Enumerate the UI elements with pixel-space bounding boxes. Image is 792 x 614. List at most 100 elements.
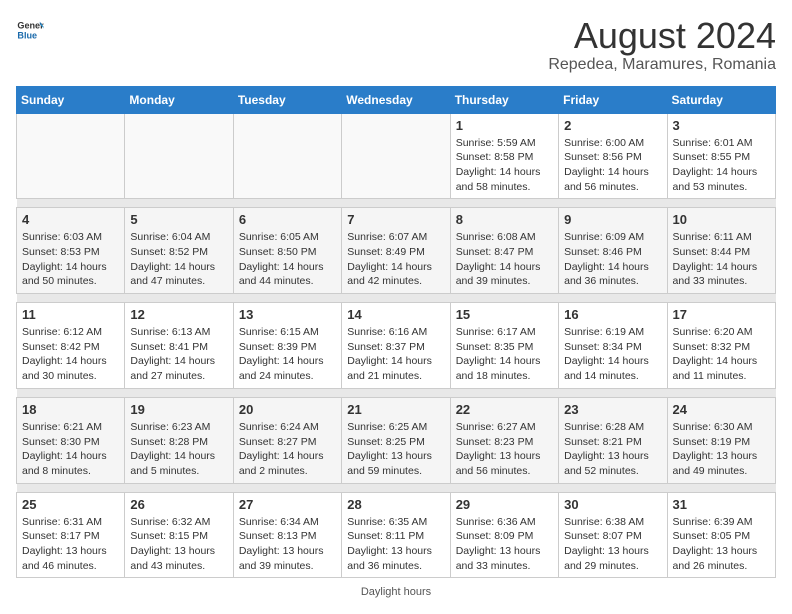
calendar-cell-3: 3Sunrise: 6:01 AM Sunset: 8:55 PM Daylig… (667, 113, 775, 199)
day-info: Sunrise: 6:34 AM Sunset: 8:13 PM Dayligh… (239, 515, 336, 574)
day-number: 14 (347, 307, 444, 322)
day-number: 1 (456, 118, 553, 133)
day-info: Sunrise: 6:03 AM Sunset: 8:53 PM Dayligh… (22, 230, 119, 289)
day-info: Sunrise: 5:59 AM Sunset: 8:58 PM Dayligh… (456, 136, 553, 195)
calendar-cell-27: 27 Sunrise: 6:34 AM Sunset: 8:13 PM Dayli… (233, 492, 341, 578)
col-header-wednesday: Wednesday (342, 86, 450, 113)
title-area: August 2024 Repedea, Maramures, Romania (548, 16, 776, 74)
calendar-cell-21: 21 Sunrise: 6:25 AM Sunset: 8:25 PM Dayli… (342, 397, 450, 483)
day-number: 7 (347, 212, 444, 227)
daylight-note: Daylight hours (361, 586, 431, 598)
week-separator (17, 294, 776, 303)
day-info: Sunrise: 6:19 AM Sunset: 8:34 PM Dayligh… (564, 325, 661, 384)
day-number: 23 (564, 402, 661, 417)
day-number: 26 (130, 497, 227, 512)
day-info: Sunrise: 6:08 AM Sunset: 8:47 PM Dayligh… (456, 230, 553, 289)
calendar-cell-12: 12 Sunrise: 6:13 AM Sunset: 8:41 PM Dayli… (125, 303, 233, 389)
sub-title: Repedea, Maramures, Romania (548, 56, 776, 74)
calendar-cell-6: 6Sunrise: 6:05 AM Sunset: 8:50 PM Daylig… (233, 208, 341, 294)
day-info: Sunrise: 6:05 AM Sunset: 8:50 PM Dayligh… (239, 230, 336, 289)
day-number: 24 (673, 402, 770, 417)
day-info: Sunrise: 6:21 AM Sunset: 8:30 PM Dayligh… (22, 420, 119, 479)
col-header-sunday: Sunday (17, 86, 125, 113)
day-info: Sunrise: 6:25 AM Sunset: 8:25 PM Dayligh… (347, 420, 444, 479)
calendar-cell-18: 18 Sunrise: 6:21 AM Sunset: 8:30 PM Dayli… (17, 397, 125, 483)
day-info: Sunrise: 6:35 AM Sunset: 8:11 PM Dayligh… (347, 515, 444, 574)
day-info: Sunrise: 6:39 AM Sunset: 8:05 PM Dayligh… (673, 515, 770, 574)
calendar-cell-empty (233, 113, 341, 199)
week-separator (17, 199, 776, 208)
day-info: Sunrise: 6:00 AM Sunset: 8:56 PM Dayligh… (564, 136, 661, 195)
day-info: Sunrise: 6:27 AM Sunset: 8:23 PM Dayligh… (456, 420, 553, 479)
day-number: 29 (456, 497, 553, 512)
week-row-2: 4 Sunrise: 6:03 AM Sunset: 8:53 PM Daylig… (17, 208, 776, 294)
col-header-tuesday: Tuesday (233, 86, 341, 113)
day-number: 2 (564, 118, 661, 133)
day-info: Sunrise: 6:28 AM Sunset: 8:21 PM Dayligh… (564, 420, 661, 479)
day-info: Sunrise: 6:30 AM Sunset: 8:19 PM Dayligh… (673, 420, 770, 479)
day-number: 8 (456, 212, 553, 227)
day-info: Sunrise: 6:16 AM Sunset: 8:37 PM Dayligh… (347, 325, 444, 384)
day-number: 12 (130, 307, 227, 322)
week-separator (17, 483, 776, 492)
calendar-cell-11: 11 Sunrise: 6:12 AM Sunset: 8:42 PM Dayli… (17, 303, 125, 389)
day-number: 28 (347, 497, 444, 512)
day-info: Sunrise: 6:12 AM Sunset: 8:42 PM Dayligh… (22, 325, 119, 384)
day-number: 15 (456, 307, 553, 322)
day-number: 16 (564, 307, 661, 322)
day-number: 21 (347, 402, 444, 417)
col-header-friday: Friday (559, 86, 667, 113)
day-number: 19 (130, 402, 227, 417)
day-number: 27 (239, 497, 336, 512)
week-row-3: 11 Sunrise: 6:12 AM Sunset: 8:42 PM Dayli… (17, 303, 776, 389)
day-number: 18 (22, 402, 119, 417)
calendar-cell-17: 17 Sunrise: 6:20 AM Sunset: 8:32 PM Dayli… (667, 303, 775, 389)
calendar-cell-23: 23 Sunrise: 6:28 AM Sunset: 8:21 PM Dayli… (559, 397, 667, 483)
day-info: Sunrise: 6:13 AM Sunset: 8:41 PM Dayligh… (130, 325, 227, 384)
calendar-cell-4: 4 Sunrise: 6:03 AM Sunset: 8:53 PM Daylig… (17, 208, 125, 294)
calendar-header-row: SundayMondayTuesdayWednesdayThursdayFrid… (17, 86, 776, 113)
calendar-cell-empty (17, 113, 125, 199)
day-number: 17 (673, 307, 770, 322)
calendar-cell-10: 10 Sunrise: 6:11 AM Sunset: 8:44 PM Dayli… (667, 208, 775, 294)
calendar-cell-1: 1 Sunrise: 5:59 AM Sunset: 8:58 PM Daylig… (450, 113, 558, 199)
week-row-5: 25Sunrise: 6:31 AM Sunset: 8:17 PM Dayli… (17, 492, 776, 578)
day-number: 4 (22, 212, 119, 227)
day-number: 3 (673, 118, 770, 133)
calendar-cell-30: 30Sunrise: 6:38 AM Sunset: 8:07 PM Dayli… (559, 492, 667, 578)
calendar-cell-28: 28 Sunrise: 6:35 AM Sunset: 8:11 PM Dayli… (342, 492, 450, 578)
day-info: Sunrise: 6:38 AM Sunset: 8:07 PM Dayligh… (564, 515, 661, 574)
day-info: Sunrise: 6:07 AM Sunset: 8:49 PM Dayligh… (347, 230, 444, 289)
calendar-cell-19: 19 Sunrise: 6:23 AM Sunset: 8:28 PM Dayli… (125, 397, 233, 483)
day-number: 11 (22, 307, 119, 322)
day-number: 9 (564, 212, 661, 227)
day-info: Sunrise: 6:23 AM Sunset: 8:28 PM Dayligh… (130, 420, 227, 479)
day-info: Sunrise: 6:11 AM Sunset: 8:44 PM Dayligh… (673, 230, 770, 289)
main-title: August 2024 (548, 16, 776, 56)
col-header-monday: Monday (125, 86, 233, 113)
day-number: 22 (456, 402, 553, 417)
col-header-saturday: Saturday (667, 86, 775, 113)
calendar-cell-24: 24 Sunrise: 6:30 AM Sunset: 8:19 PM Dayli… (667, 397, 775, 483)
day-number: 25 (22, 497, 119, 512)
calendar-cell-2: 2 Sunrise: 6:00 AM Sunset: 8:56 PM Daylig… (559, 113, 667, 199)
day-number: 20 (239, 402, 336, 417)
calendar-cell-empty (342, 113, 450, 199)
calendar-cell-empty (125, 113, 233, 199)
calendar-cell-8: 8 Sunrise: 6:08 AM Sunset: 8:47 PM Daylig… (450, 208, 558, 294)
calendar-cell-14: 14 Sunrise: 6:16 AM Sunset: 8:37 PM Dayli… (342, 303, 450, 389)
calendar-cell-20: 20 Sunrise: 6:24 AM Sunset: 8:27 PM Dayli… (233, 397, 341, 483)
day-info: Sunrise: 6:20 AM Sunset: 8:32 PM Dayligh… (673, 325, 770, 384)
week-separator (17, 388, 776, 397)
calendar-cell-5: 5Sunrise: 6:04 AM Sunset: 8:52 PM Daylig… (125, 208, 233, 294)
day-info: Sunrise: 6:36 AM Sunset: 8:09 PM Dayligh… (456, 515, 553, 574)
day-number: 31 (673, 497, 770, 512)
day-number: 10 (673, 212, 770, 227)
day-info: Sunrise: 6:24 AM Sunset: 8:27 PM Dayligh… (239, 420, 336, 479)
calendar-cell-22: 22 Sunrise: 6:27 AM Sunset: 8:23 PM Dayli… (450, 397, 558, 483)
logo: General Blue (16, 16, 44, 44)
calendar-cell-16: 16 Sunrise: 6:19 AM Sunset: 8:34 PM Dayli… (559, 303, 667, 389)
day-number: 13 (239, 307, 336, 322)
day-info: Sunrise: 6:04 AM Sunset: 8:52 PM Dayligh… (130, 230, 227, 289)
week-row-4: 18 Sunrise: 6:21 AM Sunset: 8:30 PM Dayli… (17, 397, 776, 483)
